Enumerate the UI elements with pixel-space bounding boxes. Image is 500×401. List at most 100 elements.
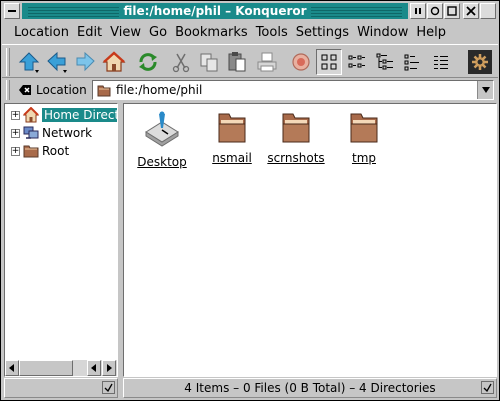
- print-button[interactable]: [254, 49, 280, 75]
- multicolumn-view-button[interactable]: [344, 49, 370, 75]
- copy-button[interactable]: [196, 49, 222, 75]
- stop-icon: [292, 53, 310, 71]
- detailed-list-button[interactable]: [400, 49, 426, 75]
- tree-item-label: Home Direct: [42, 108, 117, 122]
- title-bar[interactable]: file:/home/phil – Konqueror: [2, 2, 498, 20]
- link-icon: [483, 383, 492, 392]
- tree-item-root[interactable]: + Root: [11, 143, 69, 159]
- forward-button[interactable]: [72, 49, 98, 75]
- network-icon: [23, 126, 39, 139]
- tree-item-network[interactable]: + Network: [11, 125, 92, 141]
- reload-button[interactable]: [135, 49, 161, 75]
- location-bar: Location file:/home/phil: [2, 79, 498, 101]
- folder-icon: [97, 85, 111, 97]
- close-button[interactable]: [463, 3, 479, 19]
- tree-status-bar: [4, 378, 118, 398]
- text-view-icon: [404, 54, 419, 71]
- location-dropdown-button[interactable]: [477, 81, 493, 99]
- location-value: file:/home/phil: [116, 83, 203, 97]
- location-input[interactable]: file:/home/phil: [92, 80, 494, 100]
- scroll-left-button-2[interactable]: [87, 360, 101, 376]
- forward-arrow-icon: [76, 51, 95, 72]
- arrow-left-icon: [9, 364, 14, 372]
- link-view-checkbox[interactable]: [102, 381, 115, 394]
- back-arrow-icon: [47, 51, 67, 73]
- minimize-icon: [430, 6, 440, 16]
- main-toolbar: [2, 44, 498, 78]
- navigation-tree[interactable]: + Home Direct + Network + Root: [4, 103, 118, 377]
- cut-button[interactable]: [168, 49, 194, 75]
- file-label: Desktop: [137, 155, 187, 169]
- up-button[interactable]: [16, 49, 42, 75]
- tree-item-label: Network: [42, 126, 93, 140]
- window-corner-button[interactable]: [480, 3, 496, 19]
- tree-item-label: Root: [42, 144, 70, 158]
- tree-item-home[interactable]: + Home Direct: [11, 107, 117, 123]
- file-item-tmp[interactable]: tmp: [334, 110, 394, 165]
- link-view-checkbox[interactable]: [481, 381, 494, 394]
- scroll-thumb[interactable]: [19, 360, 73, 376]
- menu-tools[interactable]: Tools: [252, 25, 292, 40]
- location-bar-handle[interactable]: [6, 80, 10, 100]
- expand-icon[interactable]: +: [11, 110, 20, 120]
- text-list-button[interactable]: [428, 49, 454, 75]
- window-title-area[interactable]: file:/home/phil – Konqueror: [22, 3, 408, 19]
- minimize-button[interactable]: [427, 3, 443, 19]
- menu-settings[interactable]: Settings: [292, 25, 353, 40]
- print-icon: [257, 52, 277, 72]
- menu-help[interactable]: Help: [412, 25, 450, 40]
- file-item-desktop[interactable]: Desktop: [132, 110, 192, 169]
- up-arrow-icon: [18, 52, 40, 73]
- tree-view-icon: [348, 55, 365, 68]
- detailed-view-icon: [376, 53, 393, 70]
- stop-button[interactable]: [288, 49, 314, 75]
- menu-view[interactable]: View: [106, 25, 145, 40]
- window-title: file:/home/phil – Konqueror: [119, 4, 311, 18]
- menu-go[interactable]: Go: [145, 25, 171, 40]
- scroll-right-button[interactable]: [102, 360, 116, 376]
- tree-horizontal-scrollbar[interactable]: [5, 360, 117, 376]
- maximize-button[interactable]: [444, 3, 460, 19]
- link-icon: [104, 383, 113, 392]
- toolbar-handle[interactable]: [6, 48, 10, 76]
- sticky-button[interactable]: [410, 3, 426, 19]
- status-text: 4 Items – 0 Files (0 B Total) – 4 Direct…: [184, 381, 436, 395]
- file-item-scrnshots[interactable]: scrnshots: [266, 110, 326, 165]
- clear-location-button[interactable]: Location: [18, 81, 87, 99]
- folder-icon: [218, 113, 246, 143]
- maximize-icon: [447, 6, 457, 16]
- cut-icon: [172, 53, 190, 73]
- konqueror-gear-icon: [472, 54, 488, 70]
- menu-window[interactable]: Window: [353, 25, 412, 40]
- paste-button[interactable]: [224, 49, 250, 75]
- menu-bar: Location Edit View Go Bookmarks Tools Se…: [2, 21, 498, 43]
- reload-icon: [139, 53, 157, 71]
- expand-icon[interactable]: +: [11, 128, 20, 138]
- file-label: scrnshots: [267, 151, 325, 165]
- close-icon: [466, 6, 476, 16]
- konqueror-window: file:/home/phil – Konqueror Location Edi…: [0, 0, 500, 401]
- icon-view-icon: [321, 54, 337, 70]
- back-button[interactable]: [44, 49, 70, 75]
- clear-location-icon: [19, 85, 31, 95]
- window-menu-button[interactable]: [4, 3, 20, 19]
- sticky-icon: [415, 8, 421, 14]
- menu-bookmarks[interactable]: Bookmarks: [171, 25, 252, 40]
- folder-icon: [350, 113, 378, 143]
- location-label: Location: [36, 83, 87, 97]
- tree-view-button[interactable]: [372, 49, 398, 75]
- file-view[interactable]: Desktop nsmail scrnshots tmp: [123, 103, 497, 377]
- file-item-nsmail[interactable]: nsmail: [202, 110, 262, 165]
- folder-icon: [23, 145, 39, 158]
- icon-view-button[interactable]: [316, 49, 342, 75]
- copy-icon: [200, 53, 218, 72]
- menu-location[interactable]: Location: [10, 25, 73, 40]
- expand-icon[interactable]: +: [11, 146, 20, 156]
- home-icon: [102, 51, 126, 72]
- konqueror-activity-button[interactable]: [468, 50, 492, 74]
- menu-edit[interactable]: Edit: [73, 25, 106, 40]
- file-label: tmp: [351, 151, 376, 165]
- scroll-left-button[interactable]: [5, 360, 19, 376]
- desktop-folder-icon: [145, 111, 179, 147]
- home-button[interactable]: [101, 49, 127, 75]
